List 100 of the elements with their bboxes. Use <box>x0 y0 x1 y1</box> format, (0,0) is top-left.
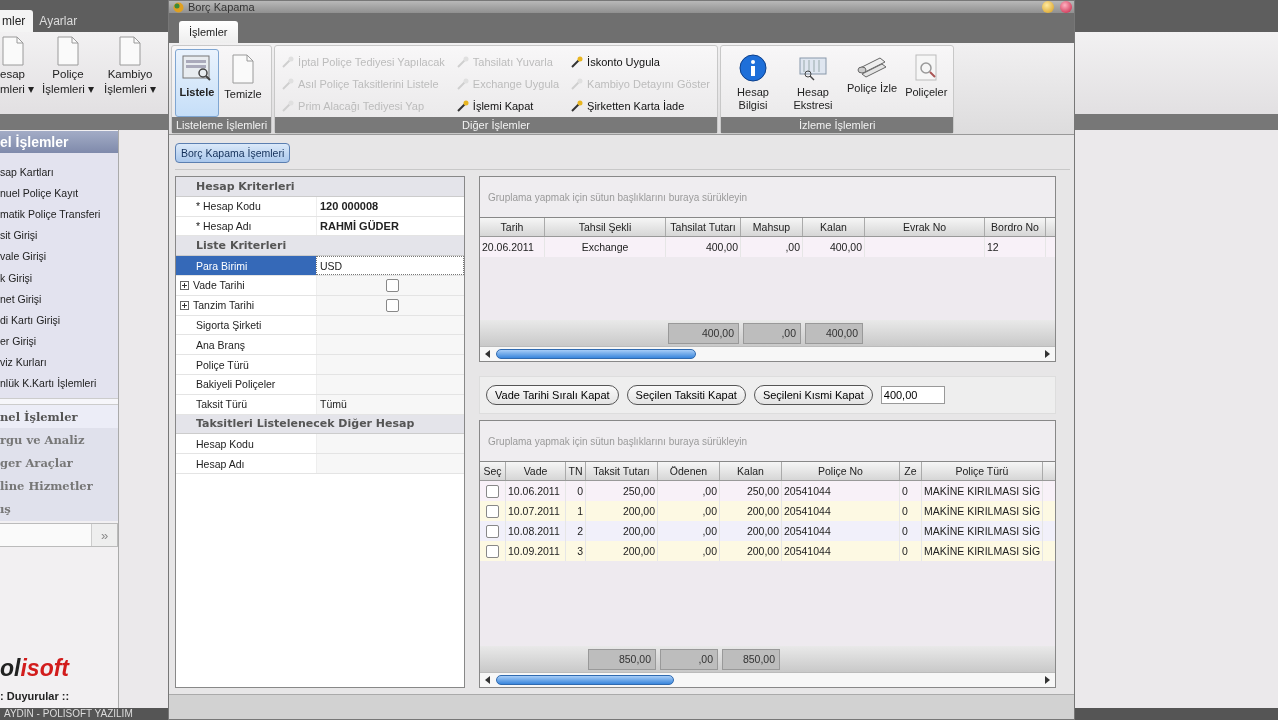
left-arrow-icon[interactable] <box>484 350 492 358</box>
ribbon-menu-item[interactable]: İşlemi Kapat <box>452 95 564 117</box>
sidebar-item[interactable]: vale Girişi <box>0 245 118 267</box>
sidebar-item[interactable]: nuel Poliçe Kayıt <box>0 182 118 204</box>
action-button[interactable]: Seçileni Kısmi Kapat <box>753 385 873 405</box>
ribbon-tab[interactable]: İşlemler <box>179 21 238 43</box>
minimize-button[interactable] <box>1042 1 1054 13</box>
checkbox[interactable] <box>385 278 399 292</box>
criteria-label[interactable]: Bakiyeli Poliçeler <box>176 374 316 394</box>
ribbon-button[interactable]: Poliçeler <box>902 49 951 117</box>
total-cell: 400,00 <box>668 322 739 344</box>
ribbon-menu-item[interactable]: İskonto Uygula <box>567 51 714 73</box>
action-button[interactable]: Seçilen Taksiti Kapat <box>626 385 746 405</box>
criteria-label[interactable]: Ana Branş <box>176 335 316 355</box>
column-header[interactable]: Poliçe Türü <box>922 462 1043 480</box>
criteria-label[interactable]: Poliçe Türü <box>176 355 316 374</box>
ribbon-button[interactable]: Listele <box>175 49 219 117</box>
table-cell: 20.06.2011 <box>480 237 545 257</box>
expand-icon[interactable] <box>180 300 189 310</box>
page-tab[interactable]: Borç Kapama İşemleri <box>175 143 291 163</box>
right-arrow-icon[interactable] <box>1043 350 1051 358</box>
column-header[interactable]: Ze <box>900 462 922 480</box>
checkbox[interactable] <box>385 298 399 312</box>
column-header[interactable]: Bordro No <box>985 218 1046 236</box>
criteria-label[interactable]: * Hesap Adı <box>176 216 316 236</box>
sidebar-item[interactable]: viz Kurları <box>0 351 118 373</box>
column-header[interactable]: Kalan <box>803 218 865 236</box>
sidebar-item[interactable]: er Girişi <box>0 330 118 352</box>
right-arrow-icon[interactable] <box>1043 676 1051 684</box>
wand-icon <box>571 56 584 68</box>
column-header[interactable]: Tarih <box>480 218 545 236</box>
app-tab[interactable]: Ayarlar <box>39 10 88 32</box>
ribbon-button[interactable]: Poliçe İşlemleri ▾ <box>37 36 99 114</box>
row-checkbox[interactable] <box>486 484 499 498</box>
column-header[interactable]: Tahsilat Tutarı <box>666 218 741 236</box>
criteria-label-text: Sigorta Şirketi <box>196 318 262 331</box>
ribbon-button[interactable]: Hesap Bilgisi <box>724 49 782 117</box>
criteria-label[interactable]: Sigorta Şirketi <box>176 315 316 335</box>
column-header[interactable]: Vade <box>506 462 566 480</box>
criteria-label[interactable]: Para Birimi <box>176 256 316 275</box>
row-checkbox[interactable] <box>486 504 499 518</box>
row-checkbox[interactable] <box>486 544 499 558</box>
announcements-label: : Duyurular :: <box>0 690 71 702</box>
table-cell: ,00 <box>741 237 803 257</box>
amount-field[interactable]: 400,00 <box>880 386 945 404</box>
ribbon-button[interactable]: esap mleri ▾ <box>0 36 37 114</box>
sidebar-item[interactable]: sit Girişi <box>0 224 118 246</box>
sidebar-item[interactable]: sap Kartları <box>0 161 118 183</box>
column-header[interactable]: Mahsup <box>741 218 803 236</box>
sidebar-group[interactable]: nel İşlemler <box>0 405 118 429</box>
close-button[interactable] <box>1060 1 1072 13</box>
expand-icon[interactable] <box>180 280 189 290</box>
table-cell: 12 <box>985 237 1046 257</box>
ribbon-menu-item[interactable]: Şirketten Karta İade <box>567 95 714 117</box>
ribbon-button[interactable]: Poliçe İzle <box>844 49 901 117</box>
column-header[interactable]: Seç <box>480 462 506 480</box>
criteria-label[interactable]: Tanzim Tarihi <box>176 295 316 315</box>
section-header: Hesap Kriterleri <box>176 177 464 197</box>
criteria-value[interactable]: USD <box>316 256 464 275</box>
ribbon-button[interactable]: Kambiyo İşlemleri ▾ <box>99 36 161 114</box>
section-header: Taksitleri Listelenecek Diğer Hesap <box>176 414 464 435</box>
row-checkbox[interactable] <box>486 524 499 538</box>
horizontal-scrollbar[interactable] <box>480 672 1055 687</box>
criteria-label[interactable]: Taksit Türü <box>176 394 316 414</box>
horizontal-scrollbar[interactable] <box>480 346 1055 361</box>
criteria-label-text: Para Birimi <box>196 259 248 272</box>
criteria-label-text: Taksit Türü <box>196 398 248 411</box>
statement-icon <box>798 54 828 82</box>
criteria-label-text: Vade Tarihi <box>193 279 245 292</box>
splitter-handle[interactable] <box>0 398 118 406</box>
ribbon-button[interactable]: Temizle <box>221 49 265 117</box>
ribbon-button[interactable]: Hesap Ekstresi <box>784 49 842 117</box>
criteria-label[interactable]: * Hesap Kodu <box>176 196 316 216</box>
column-header[interactable]: TN <box>566 462 586 480</box>
criteria-label-text: Ana Branş <box>196 338 246 351</box>
window-title: Borç Kapama <box>188 1 255 13</box>
total-cell: ,00 <box>660 648 718 670</box>
criteria-label-text: * Hesap Adı <box>196 220 252 232</box>
group-title: Listeleme İşlemleri <box>172 117 272 133</box>
sidebar-item[interactable]: k Girişi <box>0 266 118 289</box>
column-header[interactable]: Kalan <box>720 462 782 480</box>
total-cell: 850,00 <box>722 648 780 670</box>
document-icon <box>55 36 81 66</box>
document-icon <box>117 36 143 66</box>
column-header[interactable]: Poliçe No <box>782 462 900 480</box>
column-header[interactable]: Tahsil Şekli <box>545 218 666 236</box>
sidebar-item[interactable]: matik Poliçe Transferi <box>0 203 118 225</box>
criteria-label[interactable]: Hesap Kodu <box>176 434 316 454</box>
table-cell: 0 <box>900 541 922 561</box>
left-arrow-icon[interactable] <box>484 676 492 684</box>
column-header[interactable]: Taksit Tutarı <box>586 462 658 480</box>
criteria-label[interactable]: Vade Tarihi <box>176 276 316 295</box>
sidebar-item[interactable]: di Kartı Girişi <box>0 309 118 331</box>
action-button[interactable]: Vade Tarihi Sıralı Kapat <box>486 385 619 405</box>
sidebar-item[interactable]: nlük K.Kartı İşlemleri <box>0 372 118 395</box>
criteria-label[interactable]: Hesap Adı <box>176 454 316 473</box>
column-header[interactable]: Evrak No <box>865 218 985 236</box>
column-header[interactable]: Ödenen <box>658 462 720 480</box>
app-tab[interactable]: mler <box>0 10 34 32</box>
sidebar-item[interactable]: net Girişi <box>0 288 118 310</box>
